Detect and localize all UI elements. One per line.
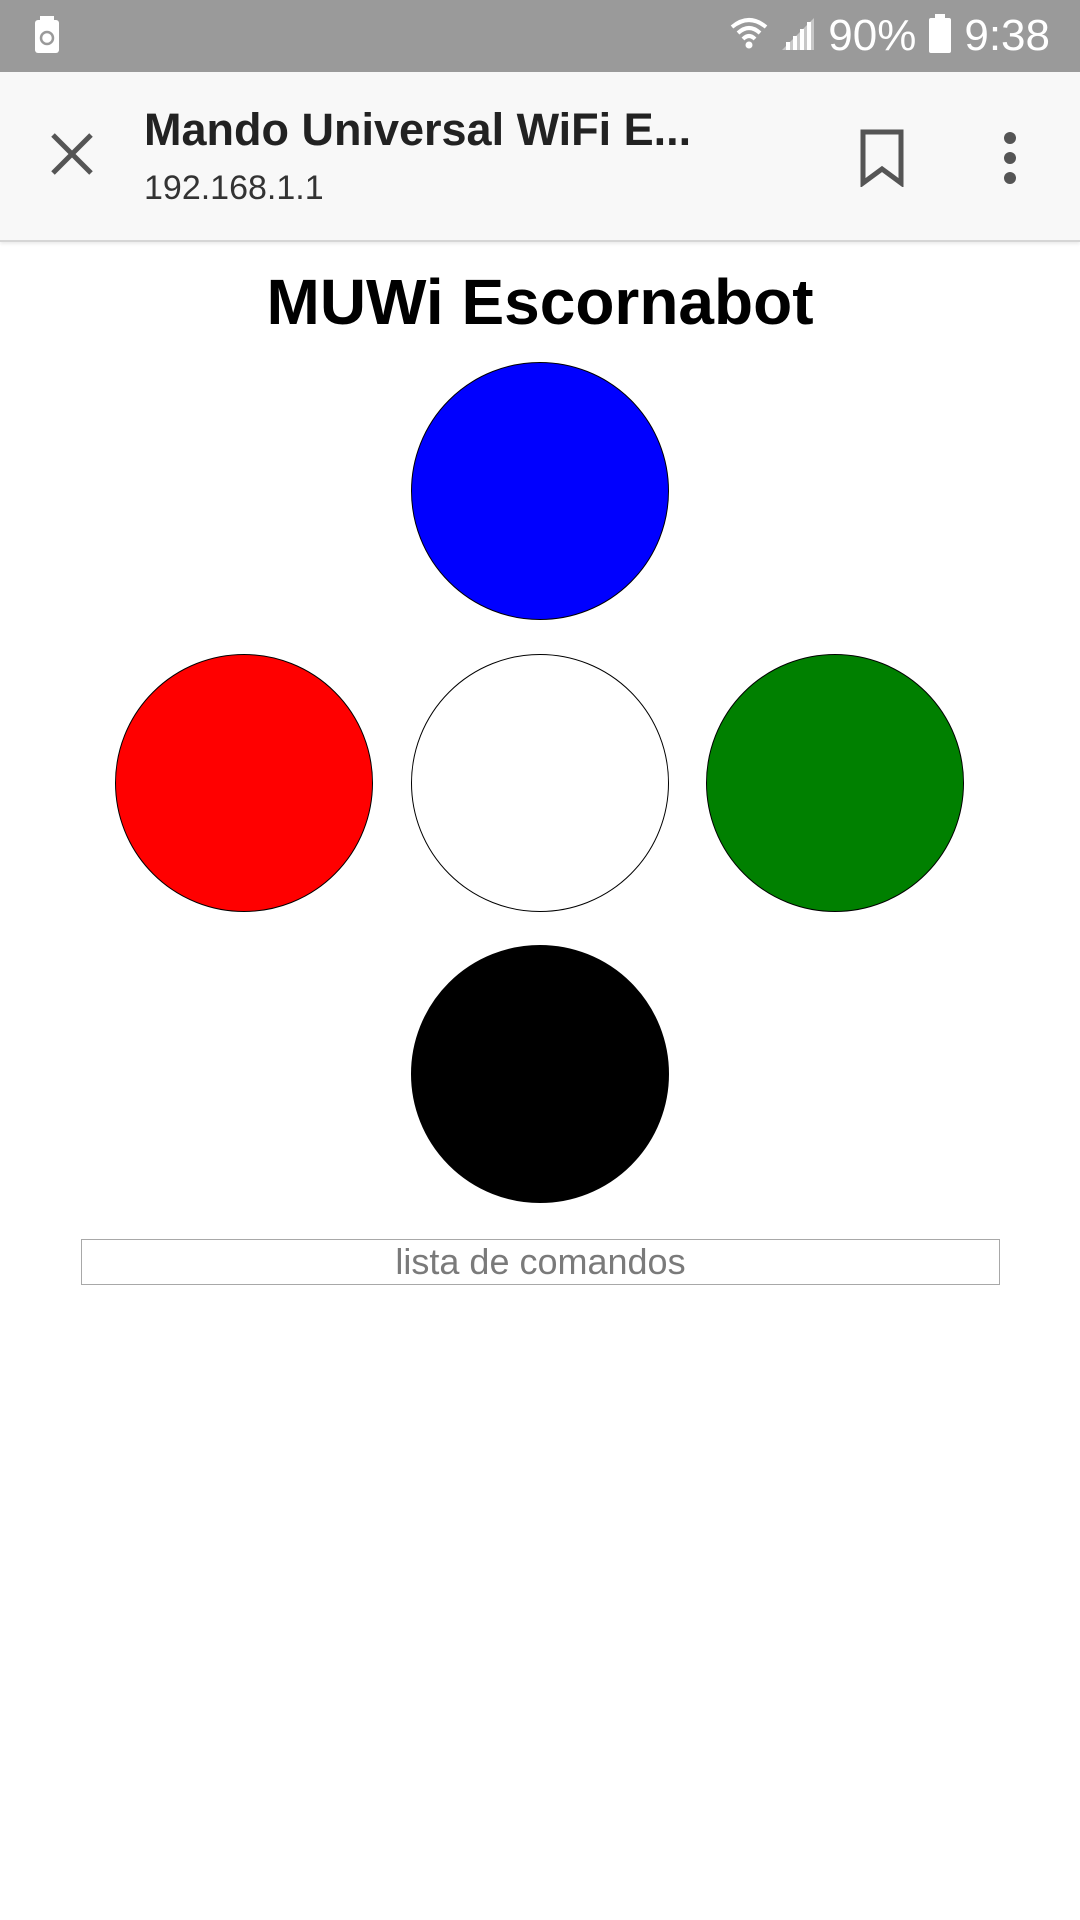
- browser-toolbar: Mando Universal WiFi E... 192.168.1.1: [0, 72, 1080, 242]
- title-block: Mando Universal WiFi E... 192.168.1.1: [144, 102, 704, 208]
- page-content: MUWi Escornabot: [0, 242, 1080, 1920]
- battery-icon: [928, 13, 952, 59]
- clock: 9:38: [964, 11, 1050, 60]
- page-heading: MUWi Escornabot: [266, 266, 814, 338]
- center-button[interactable]: [411, 654, 669, 912]
- page-url: 192.168.1.1: [144, 169, 324, 207]
- bookmark-button[interactable]: [848, 124, 916, 192]
- right-button[interactable]: [706, 654, 964, 912]
- status-right-group: 90% 9:38: [730, 0, 1050, 72]
- command-list-input[interactable]: [81, 1239, 1000, 1285]
- close-button[interactable]: [32, 114, 112, 194]
- bookmark-icon: [860, 129, 904, 187]
- left-button[interactable]: [115, 654, 373, 912]
- status-bar: 90% 9:38: [0, 0, 1080, 72]
- overflow-menu-button[interactable]: [980, 124, 1040, 192]
- battery-percent: 90%: [828, 11, 917, 60]
- signal-icon: [780, 16, 816, 57]
- down-button[interactable]: [411, 945, 669, 1203]
- battery-saver-icon: [34, 16, 60, 54]
- overflow-menu-icon: [1004, 132, 1016, 184]
- wifi-icon: [730, 15, 768, 58]
- up-button[interactable]: [411, 362, 669, 620]
- page-title: Mando Universal WiFi E...: [144, 104, 692, 155]
- close-icon: [51, 133, 93, 175]
